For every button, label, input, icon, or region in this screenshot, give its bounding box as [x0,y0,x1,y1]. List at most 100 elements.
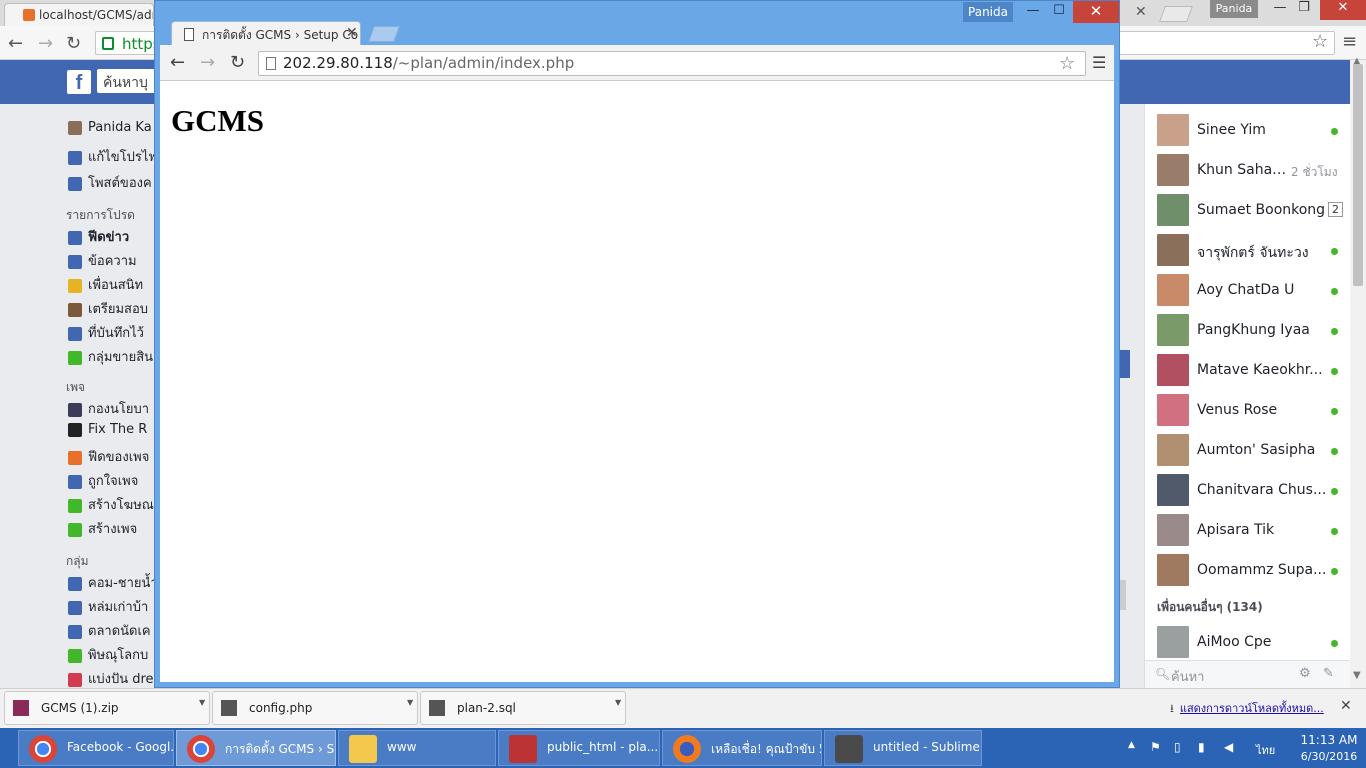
clock-time[interactable]: 11:13 AM [1298,733,1360,747]
download-menu-icon[interactable]: ▼ [199,698,205,707]
close-window-icon[interactable]: ✕ [1073,1,1119,23]
battery-icon[interactable]: ▯ [1174,740,1181,754]
compose-icon[interactable]: ✎ [1323,666,1334,681]
left-nav-item[interactable]: Fix The R [68,422,147,442]
chat-contact[interactable]: Apisara Tik [1157,514,1341,548]
chat-contact[interactable]: Chanitvara Chus... [1157,474,1341,508]
maximize-icon[interactable]: ☐ [1045,1,1073,23]
online-status-icon [1331,288,1338,295]
left-nav-item[interactable]: กองนโยบา [68,398,149,418]
left-nav-item[interactable]: สร้างเพจ [68,518,137,538]
download-item[interactable]: plan-2.sql ▼ [420,691,626,725]
chat-contact[interactable]: Oomammz Supa... [1157,554,1341,588]
chat-contact[interactable]: AiMoo Cpe [1157,626,1341,660]
chat-contact[interactable]: Venus Rose [1157,394,1341,428]
contact-name: Khun Sahap... [1197,162,1287,178]
taskbar-button[interactable]: การติดตั้ง GCMS › S... [176,730,336,766]
left-nav-item[interactable]: ถูกใจเพจ [68,470,138,490]
close-tab-icon[interactable]: ✕ [1135,4,1147,20]
new-tab-button[interactable] [368,26,400,42]
contact-name: Venus Rose [1197,402,1278,418]
show-all-downloads-link[interactable]: ⭳ แสดงการดาวน์โหลดทั้งหมด... [1170,699,1324,719]
scroll-down-icon[interactable]: ▼ [1353,670,1361,681]
chat-contact[interactable]: จารุพักตร์ จันทะวง [1157,234,1341,268]
menu-icon[interactable]: ≡ [1342,31,1357,52]
taskbar-button[interactable]: untitled - Sublime... [824,730,982,766]
left-nav-item[interactable]: ตลาดนัดเค [68,620,151,640]
scrollbar-thumb[interactable] [1353,64,1363,286]
close-downloads-icon[interactable]: ✕ [1340,698,1352,714]
folder-icon [349,735,377,763]
left-nav-item[interactable]: ฟีดข่าว [68,226,129,246]
reload-icon[interactable]: ↻ [230,52,245,73]
taskbar-button[interactable]: เหลือเชื่อ! คุณป้าขับ 5... [662,730,822,766]
chat-contact[interactable]: PangKhung Iyaa [1157,314,1341,348]
left-nav-item[interactable]: ที่บันทึกไว้ [68,322,144,342]
page-info-icon[interactable] [266,57,276,70]
php-file-icon [221,700,237,716]
reload-icon[interactable]: ↻ [66,33,81,54]
chat-contact[interactable]: Aoy ChatDa U [1157,274,1341,308]
chat-contact[interactable]: Aumton' Sasipha [1157,434,1341,468]
close-window-icon[interactable]: ✕ [1320,0,1366,20]
clock-date[interactable]: 6/30/2016 [1298,750,1360,763]
plus-icon [68,498,82,513]
left-nav-item[interactable]: กลุ่มขายสิน [68,346,153,366]
new-tab-button[interactable] [1159,6,1193,22]
flag-icon[interactable]: ⚑ [1150,740,1161,754]
back-icon[interactable]: ← [8,33,23,54]
menu-icon[interactable]: ☰ [1092,53,1106,72]
left-nav-item[interactable]: หล่มเก่าบ้า [68,596,148,616]
left-nav-item[interactable]: คอม-ชายน้ำ [68,572,158,592]
left-nav-item[interactable]: เพื่อนสนิท [68,274,143,294]
forward-icon[interactable]: → [38,33,53,54]
online-status-icon [1331,568,1338,575]
chat-contact[interactable]: Khun Sahap... 2 ชั่วโมง [1157,154,1341,188]
chat-contact[interactable]: Sumaet Boonkong 2 [1157,194,1343,228]
maximize-icon[interactable]: ❐ [1290,0,1318,20]
left-nav-item[interactable]: พิษณุโลกบ [68,644,148,664]
taskbar-button[interactable]: www [338,730,496,766]
background-tab[interactable]: localhost/GCMS/adm [4,3,154,26]
network-icon[interactable]: ▮ [1198,740,1205,754]
address-bar[interactable]: 202.29.80.118/~plan/admin/index.php ☆ [258,51,1086,76]
archive-icon [13,700,29,716]
bookmark-star-icon[interactable]: ☆ [1059,53,1075,74]
left-nav-item[interactable]: ข้อความ [68,250,137,270]
page-scrollbar[interactable]: ▲ ▼ [1350,56,1366,688]
bookmark-star-icon[interactable]: ☆ [1312,31,1328,52]
left-nav-item[interactable]: Panida Ka [68,120,152,140]
chat-search-placeholder: ค้นหา [1171,670,1205,685]
download-menu-icon[interactable]: ▼ [615,698,621,707]
left-nav-item[interactable]: ฟีดของเพจ [68,446,149,466]
chat-search-input[interactable]: 🔍︎ ค้นหา ⚙ ✎ [1145,660,1351,688]
profile-button[interactable]: Panida [963,2,1013,22]
download-filename: config.php [249,701,313,715]
download-item[interactable]: config.php ▼ [212,691,418,725]
taskbar-button[interactable]: public_html - pla... [498,730,660,766]
forward-icon[interactable]: → [200,52,215,73]
language-indicator[interactable]: ไทย [1256,741,1275,759]
chat-contact[interactable]: Sinee Yim [1157,114,1341,148]
back-icon[interactable]: ← [170,52,185,73]
left-nav-item[interactable]: เตรียมสอบ [68,298,148,318]
taskbar-button-label: untitled - Sublime... [873,740,982,754]
facebook-logo-icon[interactable]: f [67,70,91,94]
left-nav-item[interactable]: สร้างโฆษณ [68,494,154,514]
close-tab-icon[interactable]: ✕ [346,25,358,41]
left-nav-label: ที่บันทึกไว้ [88,326,144,341]
left-nav-item[interactable]: แบ่งปัน dre [68,668,154,688]
left-nav-item[interactable]: แก้ไขโปรไฟ [68,146,158,166]
profile-button[interactable]: Panida [1210,0,1258,18]
taskbar-button[interactable]: Facebook - Googl... [18,730,174,766]
show-hidden-icons-icon[interactable]: ▲ [1128,740,1135,750]
chat-contact[interactable]: Matave Kaeokhr... [1157,354,1341,388]
volume-icon[interactable]: ◀︎ [1224,740,1233,754]
minimize-icon[interactable]: — [1019,1,1047,23]
gear-icon[interactable]: ⚙ [1299,666,1311,681]
left-nav-item[interactable]: โพสต์ของค [68,172,152,192]
download-menu-icon[interactable]: ▼ [407,698,413,707]
left-nav-label: เพื่อนสนิท [88,278,144,293]
setup-tab[interactable]: การติดตั้ง GCMS › Setup Co ✕ [171,21,361,45]
download-item[interactable]: GCMS (1).zip ▼ [4,691,210,725]
